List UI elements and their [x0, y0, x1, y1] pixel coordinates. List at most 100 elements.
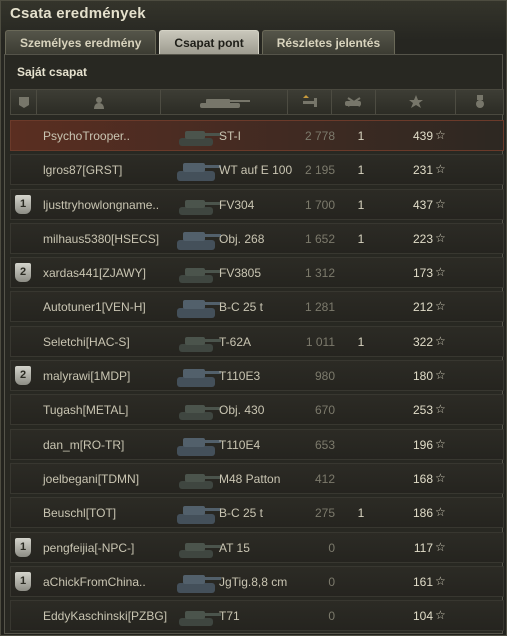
- tab-personal-results[interactable]: Személyes eredmény: [5, 30, 157, 54]
- table-row[interactable]: milhaus5380[HSECS] Obj. 268 1 652 1 223 ☆: [10, 222, 504, 254]
- tab-bar: Személyes eredmény Csapat pont Részletes…: [5, 30, 398, 54]
- vehicle-name: WT auf E 100: [219, 163, 293, 178]
- vehicle-icon: [179, 611, 221, 627]
- experience-star-icon: ☆: [435, 539, 446, 554]
- results-table-body: PsychoTrooper.. ST-I 2 778 1 439 ☆ lgros87[GRS…: [10, 120, 504, 634]
- table-row[interactable]: 1 pengfeijia[-NPC-] AT 15 0 117 ☆: [10, 531, 504, 563]
- experience-score: 168: [412, 471, 433, 486]
- player-name[interactable]: milhaus5380[HSECS]: [43, 232, 159, 246]
- column-experience[interactable]: [376, 90, 456, 114]
- vehicle-icon: [179, 268, 221, 284]
- column-frags[interactable]: [332, 90, 376, 114]
- player-name[interactable]: joelbegani[TDMN]: [43, 472, 139, 486]
- vehicle-icon: [179, 405, 221, 421]
- vehicle-name: FV304: [219, 197, 255, 212]
- vehicle-name: B-C 25 t: [219, 506, 264, 521]
- column-medals[interactable]: [456, 90, 503, 114]
- table-row[interactable]: 2 xardas441[ZJAWY] FV3805 1 312 173 ☆: [10, 257, 504, 289]
- experience-star-icon: ☆: [435, 505, 446, 520]
- experience-score: 253: [412, 403, 433, 418]
- experience-star-icon: ☆: [435, 368, 446, 383]
- vehicle-name: JgTig.8,8 cm: [219, 574, 288, 589]
- rank-badge-icon: 2: [15, 366, 31, 386]
- rank-badge-icon: 1: [15, 537, 31, 557]
- player-name[interactable]: lgros87[GRST]: [43, 163, 122, 177]
- player-name[interactable]: xardas441[ZJAWY]: [43, 266, 146, 280]
- player-name[interactable]: pengfeijia[-NPC-]: [43, 541, 134, 555]
- experience-star-icon: ☆: [435, 573, 446, 588]
- vehicle-icon: [179, 336, 221, 352]
- player-name[interactable]: EddyKaschinski[PZBG]: [43, 609, 167, 623]
- experience-star-icon: ☆: [435, 128, 446, 142]
- vehicle-icon: [177, 574, 221, 593]
- experience-star-icon: ☆: [435, 299, 446, 314]
- experience-star-icon: ☆: [435, 608, 446, 623]
- player-name[interactable]: Beuschl[TOT]: [43, 506, 116, 520]
- experience-score: 439: [412, 129, 433, 143]
- table-row[interactable]: Autotuner1[VEN-H] B-C 25 t 1 281 212 ☆: [10, 291, 504, 323]
- table-row[interactable]: EddyKaschinski[PZBG] T71 0 104 ☆: [10, 600, 504, 632]
- table-row[interactable]: Beuschl[TOT] B-C 25 t 275 1 186 ☆: [10, 497, 504, 529]
- player-name[interactable]: aChickFromChina..: [43, 575, 146, 589]
- damage-points: 1 011: [305, 334, 335, 349]
- tank-icon: [200, 99, 250, 108]
- vehicle-name: T-62A: [219, 334, 252, 349]
- table-row[interactable]: 1 aChickFromChina.. JgTig.8,8 cm 0 161 ☆: [10, 565, 504, 597]
- experience-score: 117: [413, 540, 433, 555]
- tab-team-score[interactable]: Csapat pont: [159, 30, 259, 54]
- experience-score: 180: [412, 369, 433, 384]
- window-title: Csata eredmények: [10, 5, 146, 22]
- damage-points: 1 652: [304, 231, 335, 246]
- vehicle-name: ST-I: [219, 129, 242, 143]
- table-row[interactable]: PsychoTrooper.. ST-I 2 778 1 439 ☆: [10, 120, 504, 151]
- damage-points: 1 281: [304, 300, 335, 315]
- experience-star-icon: ☆: [435, 162, 446, 177]
- medal-icon: [475, 95, 484, 108]
- table-row[interactable]: Seletchi[HAC-S] T-62A 1 011 1 322 ☆: [10, 325, 504, 357]
- damage-points: 0: [328, 540, 335, 555]
- table-row[interactable]: lgros87[GRST] WT auf E 100 2 195 1 231 ☆: [10, 154, 504, 186]
- experience-star-icon: ☆: [435, 196, 446, 211]
- table-row[interactable]: joelbegani[TDMN] M48 Patton 412 168 ☆: [10, 462, 504, 494]
- player-name[interactable]: PsychoTrooper..: [43, 129, 130, 143]
- damage-points: 275: [314, 506, 335, 521]
- vehicle-name: B-C 25 t: [219, 300, 264, 315]
- column-badge[interactable]: [11, 90, 37, 114]
- table-row[interactable]: dan_m[RO-TR] T110E4 653 196 ☆: [10, 428, 504, 460]
- damage-points: 2 778: [304, 129, 335, 143]
- vehicle-icon: [177, 437, 221, 456]
- results-table-header: [10, 89, 504, 115]
- experience-score: 186: [412, 506, 433, 521]
- table-row[interactable]: 1 ljusttryhowlongname.. FV304 1 700 1 437 ☆: [10, 188, 504, 220]
- table-row[interactable]: Tugash[METAL] Obj. 430 670 253 ☆: [10, 394, 504, 426]
- experience-star-icon: ☆: [435, 333, 446, 348]
- column-vehicle[interactable]: [161, 90, 288, 114]
- tab-detailed-report[interactable]: Részletes jelentés: [261, 30, 396, 54]
- vehicle-icon: [177, 163, 221, 182]
- player-name[interactable]: dan_m[RO-TR]: [43, 438, 124, 452]
- damage-points: 0: [328, 574, 335, 589]
- rank-badge-icon: 1: [15, 194, 31, 214]
- column-player[interactable]: [37, 90, 161, 114]
- vehicle-icon: [177, 506, 221, 525]
- player-icon: [93, 96, 104, 109]
- experience-score: 212: [412, 300, 433, 315]
- rank-badge-icon: 2: [15, 263, 31, 283]
- vehicle-name: T71: [219, 609, 240, 624]
- damage-points: 653: [314, 437, 335, 452]
- frag-count: 1: [357, 506, 365, 521]
- damage-points: 1 700: [304, 197, 335, 212]
- player-name[interactable]: malyrawi[1MDP]: [43, 369, 130, 383]
- frag-count: 1: [357, 197, 365, 212]
- damage-points: 0: [328, 609, 335, 624]
- player-name[interactable]: Autotuner1[VEN-H]: [43, 300, 146, 314]
- player-name[interactable]: Seletchi[HAC-S]: [43, 335, 130, 349]
- column-damage[interactable]: [288, 90, 332, 114]
- table-row[interactable]: 2 malyrawi[1MDP] T110E3 980 180 ☆: [10, 360, 504, 392]
- vehicle-name: Obj. 268: [219, 231, 265, 246]
- experience-star-icon: ☆: [435, 470, 446, 485]
- player-name[interactable]: ljusttryhowlongname..: [43, 198, 159, 212]
- vehicle-icon: [179, 131, 221, 146]
- experience-score: 231: [412, 163, 433, 178]
- player-name[interactable]: Tugash[METAL]: [43, 403, 128, 417]
